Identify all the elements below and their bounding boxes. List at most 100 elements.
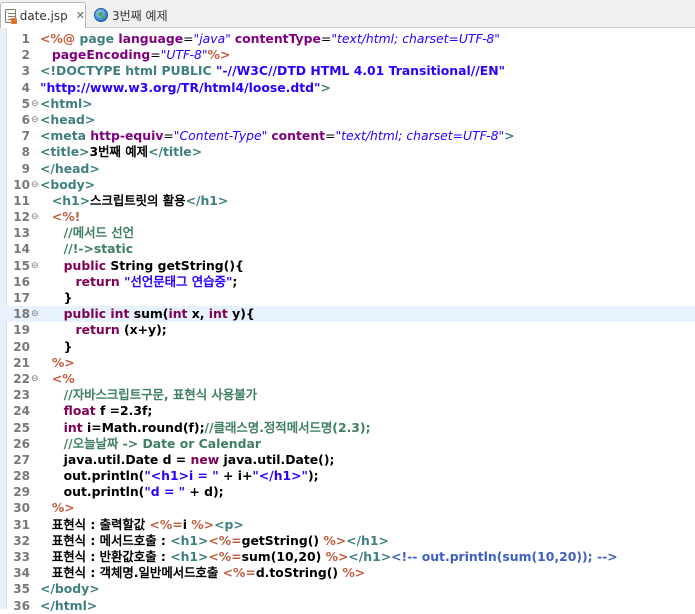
code-line[interactable]: 13 //메서드 선언 xyxy=(0,225,695,241)
code-line[interactable]: 9 </head> xyxy=(0,161,695,177)
code-text: public String getString(){ xyxy=(40,258,244,274)
code-line[interactable]: 32 표현식 : 메서드호출 : <h1><%=getString() %></… xyxy=(0,533,695,549)
code-token: out.println( xyxy=(63,484,145,500)
code-token: "d = " xyxy=(144,484,186,500)
code-text: </html> xyxy=(40,598,97,614)
code-line[interactable]: 6 ⊖ <head> xyxy=(0,112,695,128)
code-line[interactable]: 20 } xyxy=(0,339,695,355)
code-line[interactable]: 26 //오늘날짜 -> Date or Calendar xyxy=(0,436,695,452)
code-text: </body> xyxy=(40,581,100,597)
code-text: <!DOCTYPE html PUBLIC "-//W3C//DTD HTML … xyxy=(40,63,505,79)
line-number: 25 xyxy=(13,420,30,435)
code-token: out.println( xyxy=(63,468,145,484)
code-token: > xyxy=(320,79,331,95)
code-line[interactable]: 5 ⊖ <html> xyxy=(0,96,695,112)
code-line[interactable]: 34 표현식 : 객체명.일반메서드호출 <%=d.toString() %> xyxy=(0,565,695,581)
code-line[interactable]: 23 //자바스크립트구문, 표현식 사용불가 xyxy=(0,387,695,403)
code-text: </head> xyxy=(40,161,100,177)
code-line[interactable]: 3 <!DOCTYPE html PUBLIC "-//W3C//DTD HTML… xyxy=(0,63,695,79)
close-icon[interactable]: ✕ xyxy=(76,10,85,21)
code-text: int i=Math.round(f);//클래스명.정적메서드명(2.3); xyxy=(40,420,371,436)
code-token: page xyxy=(79,31,119,46)
code-line[interactable]: 11 <h1>스크립트릿의 활용</h1> xyxy=(0,193,695,209)
code-line[interactable]: 10 ⊖ <body> xyxy=(0,177,695,193)
jsp-file-icon xyxy=(5,8,17,24)
code-line[interactable]: 33 표현식 : 반환값호출 : <h1><%=sum(10,20) %></h… xyxy=(0,549,695,565)
code-line[interactable]: 24 float f =2.3f; xyxy=(0,403,695,419)
fold-collapse-icon[interactable]: ⊖ xyxy=(31,96,40,112)
code-line[interactable]: 7 <meta http-equiv="Content-Type" content… xyxy=(0,128,695,144)
code-token: %> xyxy=(342,565,366,581)
code-text: <%@ page language="java" contentType="te… xyxy=(40,31,500,47)
code-token: content xyxy=(271,128,326,144)
code-line[interactable]: 17 } xyxy=(0,290,695,306)
code-line[interactable]: 19 return (x+y); xyxy=(0,322,695,338)
code-line[interactable]: 18 ⊖ public int sum(int x, int y){ xyxy=(0,306,695,323)
fold-collapse-icon[interactable]: ⊖ xyxy=(31,306,40,322)
code-token: <%@ xyxy=(40,31,80,46)
code-text: 표현식 : 메서드호출 : <h1><%=getString() %></h1> xyxy=(40,533,389,549)
code-line[interactable]: 1 <%@ page language="java" contentType="t… xyxy=(0,31,695,47)
code-token: <p> xyxy=(214,516,244,532)
code-line[interactable]: 22 ⊖ <% xyxy=(0,371,695,387)
code-token: </body> xyxy=(40,581,100,597)
code-token: <head> xyxy=(40,111,96,127)
code-token: "</h1>" xyxy=(252,468,308,484)
code-text: //자바스크립트구문, 표현식 사용불가 xyxy=(40,387,257,403)
code-token: return xyxy=(75,273,120,289)
code-line[interactable]: 35 </body> xyxy=(0,581,695,597)
code-text: } xyxy=(40,290,73,306)
tab-date-jsp[interactable]: date.jsp ✕ xyxy=(0,2,86,28)
code-line[interactable]: 27 java.util.Date d = new java.util.Date… xyxy=(0,452,695,468)
fold-collapse-icon[interactable]: ⊖ xyxy=(31,177,40,193)
code-line[interactable]: 14 //!->static xyxy=(0,241,695,257)
code-token: <%= xyxy=(208,532,242,548)
code-line[interactable]: 16 return "선언문태그 연습중"; xyxy=(0,274,695,290)
code-text: //!->static xyxy=(40,241,133,257)
code-line[interactable]: 28 out.println("<h1>i = " + i+"</h1>"); xyxy=(0,468,695,484)
line-number: 24 xyxy=(13,404,30,419)
code-token: i=Math.round(f); xyxy=(82,419,205,435)
code-line[interactable]: 12 ⊖ <%! xyxy=(0,209,695,225)
code-token: <meta xyxy=(40,128,91,144)
fold-collapse-icon[interactable]: ⊖ xyxy=(31,258,40,274)
code-token: int xyxy=(168,306,188,322)
code-token: "Content-Type" xyxy=(173,128,268,144)
code-token: <%= xyxy=(208,549,242,564)
fold-collapse-icon[interactable]: ⊖ xyxy=(31,371,40,387)
line-number: 17 xyxy=(13,291,30,305)
code-line[interactable]: 25 int i=Math.round(f);//클래스명.정적메서드명(2.3… xyxy=(0,420,695,436)
code-token: sum(10,20) xyxy=(241,549,326,564)
code-line[interactable]: 4 "http://www.w3.org/TR/html4/loose.dtd"> xyxy=(0,80,695,96)
code-token: //메서드 선언 xyxy=(63,225,135,241)
code-editor[interactable]: 1 <%@ page language="java" contentType="t… xyxy=(0,28,695,613)
code-line[interactable]: 2 pageEncoding="UTF-8"%> xyxy=(0,47,695,63)
code-text: "http://www.w3.org/TR/html4/loose.dtd"> xyxy=(40,80,331,96)
code-token: <%= xyxy=(149,516,183,532)
line-number: 29 xyxy=(13,485,30,500)
code-line[interactable]: 31 표현식 : 출력할값 <%=i %><p> xyxy=(0,517,695,533)
line-number: 8 xyxy=(21,145,30,160)
code-token: %> xyxy=(51,500,75,516)
code-line[interactable]: 29 out.println("d = " + d); xyxy=(0,484,695,500)
fold-collapse-icon[interactable]: ⊖ xyxy=(31,209,40,225)
code-token: = xyxy=(163,128,174,144)
code-line[interactable]: 30 %> xyxy=(0,500,695,516)
fold-collapse-icon[interactable]: ⊖ xyxy=(31,112,40,128)
code-line[interactable]: 21 %> xyxy=(0,355,695,371)
code-token: </head> xyxy=(40,160,100,176)
code-line[interactable]: 36 </html> xyxy=(0,598,695,614)
code-line[interactable]: 8 <title>3번째 예제</title> xyxy=(0,144,695,160)
line-number: 27 xyxy=(13,452,30,467)
code-token: "text/html; charset=UTF-8" xyxy=(331,31,501,46)
code-line[interactable]: 15 ⊖ public String getString(){ xyxy=(0,258,695,274)
line-number: 34 xyxy=(13,566,30,581)
tab-browser-preview[interactable]: 3번째 예제 xyxy=(90,2,190,28)
